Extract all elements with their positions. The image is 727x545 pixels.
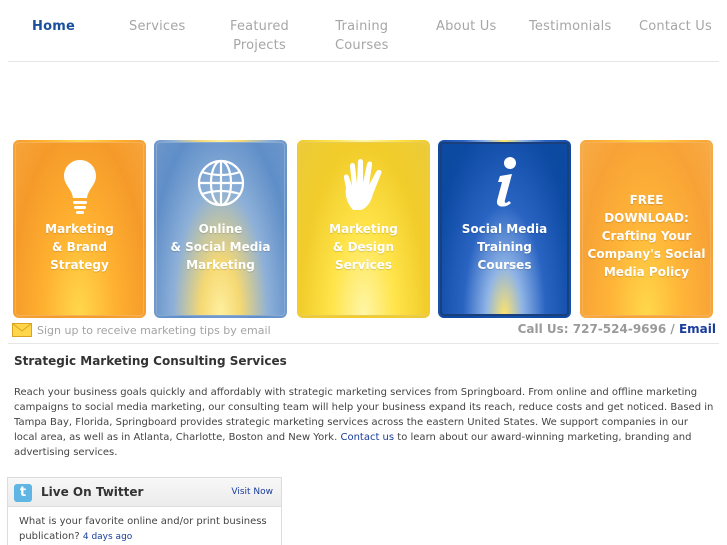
hand-icon — [343, 159, 381, 210]
globe-icon — [197, 159, 244, 207]
phone-text: Call Us: 727-524-9696 / — [517, 322, 679, 336]
tile-online-social-media-marketing[interactable]: Online & Social Media Marketing — [154, 140, 287, 318]
lightbulb-icon — [63, 160, 96, 214]
signup-text: Sign up to receive marketing tips by ema… — [37, 323, 271, 337]
info-icon — [496, 157, 516, 207]
nav-services[interactable]: Services — [129, 17, 185, 36]
tile-marketing-brand-strategy[interactable]: Marketing & Brand Strategy — [13, 140, 146, 318]
nav-testimonials[interactable]: Testimonials — [529, 17, 611, 36]
tile-marketing-design-services[interactable]: Marketing & Design Services — [297, 140, 430, 318]
tile-label: Marketing & Brand Strategy — [45, 222, 114, 272]
email-link[interactable]: Email — [679, 322, 716, 336]
email-signup-link[interactable]: Sign up to receive marketing tips by ema… — [12, 323, 271, 337]
intro-paragraph: Reach your business goals quickly and af… — [14, 385, 714, 460]
twitter-icon: t — [14, 484, 32, 502]
tile-label: Social Media Training Courses — [461, 222, 548, 272]
tweet: What is your favorite online and/or prin… — [8, 507, 281, 545]
divider — [8, 343, 719, 344]
tile-free-download[interactable]: FREE DOWNLOAD: Crafting Your Company's S… — [580, 140, 713, 318]
call-us: Call Us: 727-524-9696 / Email — [518, 322, 716, 336]
nav-featured-projects[interactable]: Featured Projects — [230, 17, 289, 55]
twitter-header: t Live On Twitter Visit Now — [8, 478, 281, 507]
top-navigation: Home Services Featured Projects Training C… — [8, 0, 719, 62]
section-heading: Strategic Marketing Consulting Services — [14, 354, 287, 368]
envelope-icon — [12, 323, 32, 337]
contact-us-link[interactable]: Contact us — [340, 432, 394, 443]
twitter-title: Live On Twitter — [41, 485, 144, 499]
tile-label: Online & Social Media Marketing — [170, 222, 271, 272]
tile-label: FREE DOWNLOAD: Crafting Your Company's S… — [587, 193, 706, 279]
twitter-widget: t Live On Twitter Visit Now What is your… — [7, 477, 282, 545]
nav-about-us[interactable]: About Us — [436, 17, 496, 36]
nav-home[interactable]: Home — [32, 17, 75, 36]
tweet-text: What is your favorite online and/or prin… — [19, 516, 267, 542]
tile-label: Marketing & Design Services — [329, 222, 398, 272]
tile-social-media-training-courses[interactable]: Social Media Training Courses — [438, 140, 571, 318]
visit-now-link[interactable]: Visit Now — [231, 487, 273, 497]
tweet-timestamp[interactable]: 4 days ago — [83, 532, 132, 542]
nav-contact-us[interactable]: Contact Us — [639, 17, 712, 36]
nav-training-courses[interactable]: Training Courses — [335, 17, 389, 55]
